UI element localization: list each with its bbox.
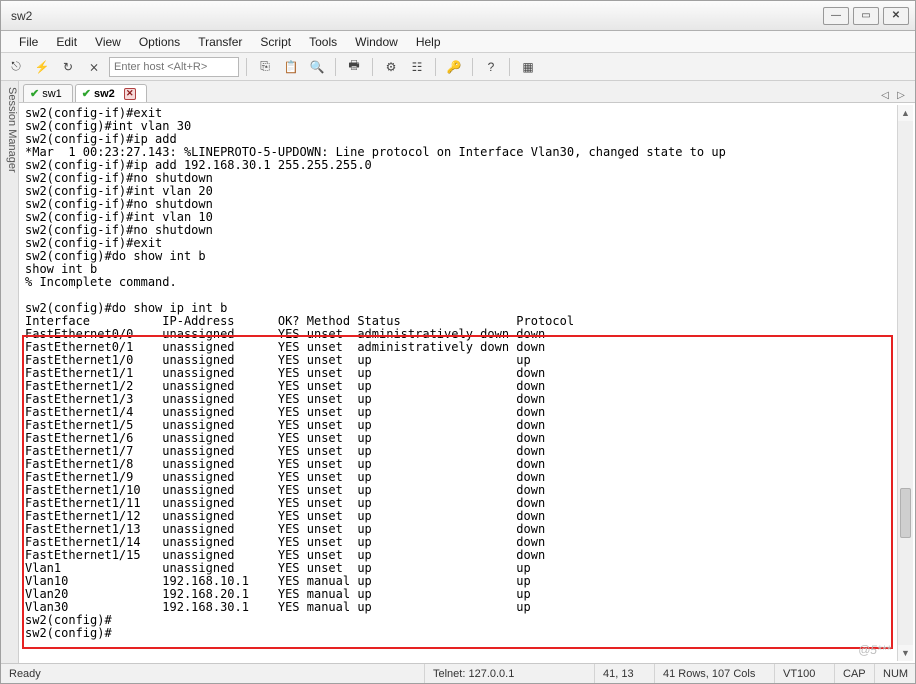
menu-tools[interactable]: Tools bbox=[301, 33, 345, 51]
minimize-button[interactable]: — bbox=[823, 7, 849, 25]
window-title: sw2 bbox=[7, 9, 823, 23]
session-manager-tab[interactable]: Session Manager bbox=[1, 81, 19, 663]
menu-script[interactable]: Script bbox=[252, 33, 299, 51]
prev-tab-icon[interactable]: ◁ bbox=[879, 88, 891, 102]
connected-icon: ✔ bbox=[30, 87, 39, 100]
status-caps: CAP bbox=[835, 664, 875, 683]
separator bbox=[246, 58, 247, 76]
connected-icon: ✔ bbox=[82, 87, 91, 100]
menu-window[interactable]: Window bbox=[347, 33, 406, 51]
titlebar[interactable]: sw2 — ▭ ✕ bbox=[1, 1, 915, 31]
terminal-wrap: sw2(config-if)#exit sw2(config)#int vlan… bbox=[19, 103, 915, 663]
menu-transfer[interactable]: Transfer bbox=[190, 33, 250, 51]
host-input[interactable] bbox=[109, 57, 239, 77]
copy-icon[interactable]: ⎘ bbox=[254, 56, 276, 78]
status-cursor: 41, 13 bbox=[595, 664, 655, 683]
scroll-down-icon[interactable]: ▼ bbox=[898, 645, 913, 661]
window-controls: — ▭ ✕ bbox=[823, 7, 909, 25]
menu-file[interactable]: File bbox=[11, 33, 46, 51]
menu-options[interactable]: Options bbox=[131, 33, 188, 51]
quick-connect-icon[interactable]: ⚡ bbox=[31, 56, 53, 78]
tab-nav: ◁ ▷ bbox=[879, 88, 911, 102]
terminal[interactable]: sw2(config-if)#exit sw2(config)#int vlan… bbox=[21, 105, 897, 661]
session-tabstrip: ✔ sw1 ✔ sw2 ✕ ◁ ▷ bbox=[19, 81, 915, 103]
disconnect-icon[interactable]: ⨯ bbox=[83, 56, 105, 78]
separator bbox=[372, 58, 373, 76]
body-row: Session Manager ✔ sw1 ✔ sw2 ✕ ◁ ▷ bbox=[1, 81, 915, 663]
status-emulation: VT100 bbox=[775, 664, 835, 683]
app-window: sw2 — ▭ ✕ File Edit View Options Transfe… bbox=[0, 0, 916, 684]
statusbar: Ready Telnet: 127.0.0.1 41, 13 41 Rows, … bbox=[1, 663, 915, 683]
session-options-icon[interactable]: ☷ bbox=[406, 56, 428, 78]
help-icon[interactable]: ? bbox=[480, 56, 502, 78]
terminal-output: sw2(config-if)#exit sw2(config)#int vlan… bbox=[21, 105, 897, 642]
separator bbox=[435, 58, 436, 76]
scroll-thumb[interactable] bbox=[900, 488, 911, 538]
paste-icon[interactable]: 📋 bbox=[280, 56, 302, 78]
separator bbox=[335, 58, 336, 76]
menu-edit[interactable]: Edit bbox=[48, 33, 85, 51]
status-num: NUM bbox=[875, 664, 915, 683]
status-ready: Ready bbox=[1, 664, 425, 683]
separator bbox=[472, 58, 473, 76]
print-icon[interactable]: 🖶 bbox=[343, 56, 365, 78]
close-button[interactable]: ✕ bbox=[883, 7, 909, 25]
connect-icon[interactable]: ⎋ bbox=[5, 56, 27, 78]
status-size: 41 Rows, 107 Cols bbox=[655, 664, 775, 683]
next-tab-icon[interactable]: ▷ bbox=[895, 88, 907, 102]
status-connection: Telnet: 127.0.0.1 bbox=[425, 664, 595, 683]
tab-label: sw2 bbox=[94, 88, 115, 100]
separator bbox=[509, 58, 510, 76]
tab-sw1[interactable]: ✔ sw1 bbox=[23, 84, 73, 102]
options-icon[interactable]: ⚙ bbox=[380, 56, 402, 78]
scroll-track[interactable] bbox=[898, 121, 913, 645]
menubar: File Edit View Options Transfer Script T… bbox=[1, 31, 915, 53]
scroll-up-icon[interactable]: ▲ bbox=[898, 105, 913, 121]
key-icon[interactable]: 🔑 bbox=[443, 56, 465, 78]
reconnect-icon[interactable]: ↻ bbox=[57, 56, 79, 78]
main-area: ✔ sw1 ✔ sw2 ✕ ◁ ▷ sw2(config-if)#exit sw… bbox=[19, 81, 915, 663]
maximize-button[interactable]: ▭ bbox=[853, 7, 879, 25]
toolbar: ⎋ ⚡ ↻ ⨯ ⎘ 📋 🔍 🖶 ⚙ ☷ 🔑 ? ▦ bbox=[1, 53, 915, 81]
menu-help[interactable]: Help bbox=[408, 33, 449, 51]
menu-view[interactable]: View bbox=[87, 33, 129, 51]
tab-sw2[interactable]: ✔ sw2 ✕ bbox=[75, 84, 147, 102]
tile-icon[interactable]: ▦ bbox=[517, 56, 539, 78]
vertical-scrollbar[interactable]: ▲ ▼ bbox=[897, 105, 913, 661]
close-tab-icon[interactable]: ✕ bbox=[124, 88, 136, 100]
find-icon[interactable]: 🔍 bbox=[306, 56, 328, 78]
tab-label: sw1 bbox=[42, 88, 62, 100]
